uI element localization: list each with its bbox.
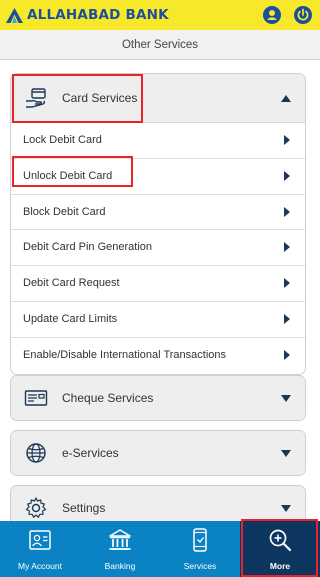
settings-section: Settings xyxy=(10,485,306,521)
bank-icon xyxy=(107,527,133,553)
nav-my-account[interactable]: My Account xyxy=(0,521,80,577)
menu-item-lock-debit-card[interactable]: Lock Debit Card xyxy=(11,123,305,159)
e-services-label: e-Services xyxy=(62,446,119,460)
user-icon[interactable] xyxy=(263,6,281,24)
e-services-section: e-Services xyxy=(10,430,306,476)
menu-item-international-transactions[interactable]: Enable/Disable International Transaction… xyxy=(11,338,305,374)
nav-label: More xyxy=(269,561,291,571)
chevron-right-icon xyxy=(284,206,290,217)
menu-item-debit-card-pin-generation[interactable]: Debit Card Pin Generation xyxy=(11,230,305,267)
services-list[interactable]: Card Services Lock Debit Card Unlock Deb… xyxy=(0,61,320,521)
card-services-section: Card Services Lock Debit Card Unlock Deb… xyxy=(10,73,306,375)
page-title: Other Services xyxy=(0,30,320,60)
chevron-right-icon xyxy=(284,135,290,145)
settings-label: Settings xyxy=(62,501,106,515)
caret-down-icon[interactable] xyxy=(281,450,291,457)
nav-services[interactable]: Services xyxy=(160,521,240,577)
cheque-icon xyxy=(24,387,48,409)
menu-item-unlock-debit-card[interactable]: Unlock Debit Card xyxy=(11,159,305,195)
menu-item-update-card-limits[interactable]: Update Card Limits xyxy=(11,302,305,338)
chevron-right-icon xyxy=(284,349,290,360)
cheque-services-section: Cheque Services xyxy=(10,375,306,421)
menu-item-label: Update Card Limits xyxy=(23,312,118,325)
menu-item-label: Lock Debit Card xyxy=(23,134,102,146)
brand: ALLAHABAD BANK xyxy=(6,7,169,23)
caret-down-icon[interactable] xyxy=(281,395,291,402)
brand-name: ALLAHABAD BANK xyxy=(27,7,169,23)
menu-item-label: Debit Card Pin Generation xyxy=(23,241,153,254)
menu-item-label: Unlock Debit Card xyxy=(23,169,113,182)
menu-item-block-debit-card[interactable]: Block Debit Card xyxy=(11,195,305,231)
nav-banking[interactable]: Banking xyxy=(80,521,160,577)
caret-up-icon[interactable] xyxy=(281,95,291,102)
globe-icon xyxy=(24,441,48,463)
card-services-header[interactable]: Card Services xyxy=(11,74,305,123)
card-hand-icon xyxy=(24,87,48,109)
account-card-icon xyxy=(27,527,53,553)
power-icon[interactable] xyxy=(294,6,312,24)
caret-down-icon[interactable] xyxy=(281,505,291,512)
bank-logo-icon xyxy=(6,7,23,23)
bottom-nav: My Account Banking Services More xyxy=(0,519,320,577)
settings-header[interactable]: Settings xyxy=(11,486,305,521)
gear-icon xyxy=(24,496,48,518)
cheque-services-header[interactable]: Cheque Services xyxy=(11,376,305,420)
cheque-services-label: Cheque Services xyxy=(62,391,154,405)
menu-item-debit-card-request[interactable]: Debit Card Request xyxy=(11,266,305,302)
nav-label: Services xyxy=(183,561,217,571)
chevron-right-icon xyxy=(284,170,290,181)
app-header: ALLAHABAD BANK xyxy=(0,0,320,30)
nav-more[interactable]: More xyxy=(240,521,320,577)
chevron-right-icon xyxy=(284,242,290,253)
nav-label: Banking xyxy=(104,561,136,571)
card-services-label: Card Services xyxy=(62,91,138,105)
nav-label: My Account xyxy=(18,561,62,571)
chevron-right-icon xyxy=(284,313,290,324)
phone-icon xyxy=(187,527,213,553)
magnify-plus-icon xyxy=(267,527,293,553)
menu-item-label: Block Debit Card xyxy=(23,205,106,218)
e-services-header[interactable]: e-Services xyxy=(11,431,305,475)
menu-item-label: Debit Card Request xyxy=(23,277,120,290)
chevron-right-icon xyxy=(284,278,290,289)
menu-item-label: Enable/Disable International Transaction… xyxy=(23,348,227,361)
